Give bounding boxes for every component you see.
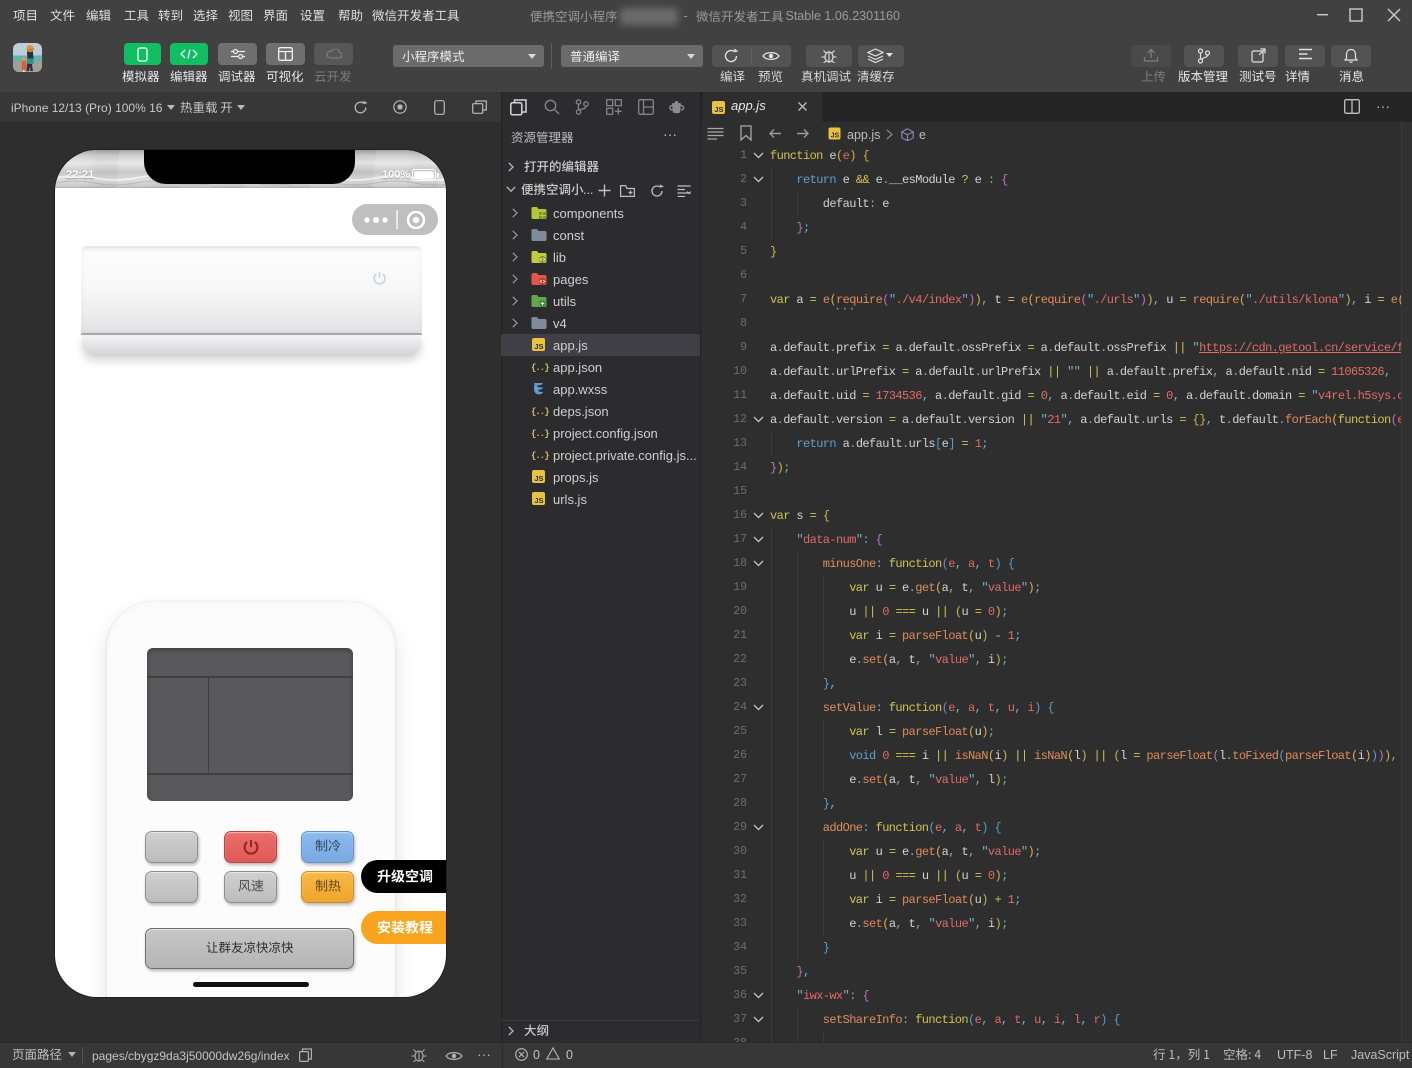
svg-text:{..}: {..} bbox=[531, 429, 549, 439]
svg-text:JS: JS bbox=[714, 105, 723, 114]
svg-text:{..}: {..} bbox=[531, 451, 549, 461]
svg-text:JS: JS bbox=[534, 496, 543, 505]
svg-text:{..}: {..} bbox=[531, 363, 549, 373]
svg-text:{..}: {..} bbox=[531, 407, 549, 417]
svg-text:JS: JS bbox=[534, 342, 543, 351]
svg-text:JS: JS bbox=[534, 474, 543, 483]
svg-text:JS: JS bbox=[831, 133, 840, 140]
